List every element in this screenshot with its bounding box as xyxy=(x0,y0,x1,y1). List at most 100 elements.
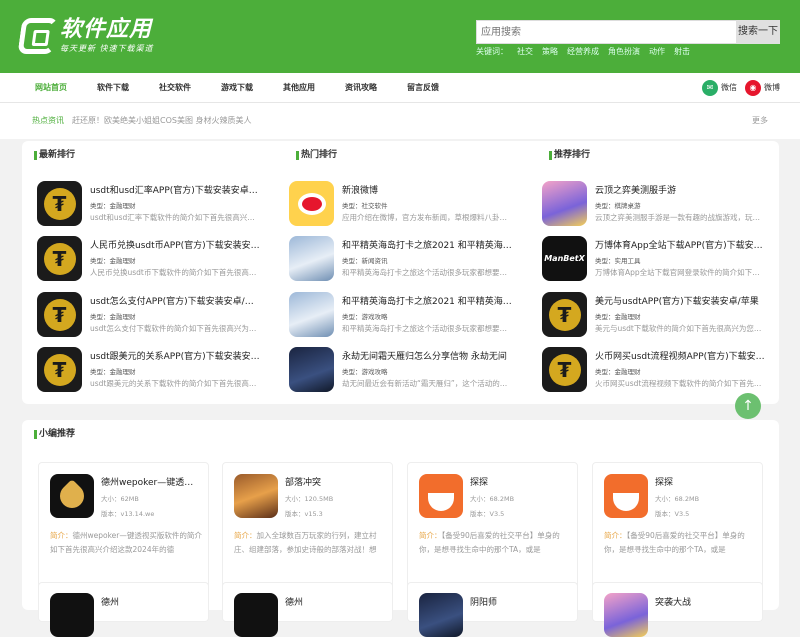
logo-icon xyxy=(17,18,59,54)
app-title[interactable]: 突袭大战 xyxy=(655,595,691,608)
app-card[interactable]: 德州 xyxy=(222,582,393,637)
item-title[interactable]: 永劫无间霜天雁归怎么分享信物 永劫无间 xyxy=(342,349,512,362)
item-title[interactable]: 人民币兑换usdt币APP(官方)下载安装安卓/苹果 xyxy=(90,238,260,251)
site-logo[interactable]: 软件应用 每天更新 快速下载渠道 xyxy=(17,18,154,54)
category-value: 金融理财 xyxy=(614,313,641,321)
game-art-icon[interactable] xyxy=(289,292,334,337)
list-item[interactable]: ₮ usdt和usd汇率APP(官方)下载安装安卓/苹果 类型：金融理财 usdt和u… xyxy=(37,181,267,227)
column-title: 最新排行 xyxy=(22,141,266,169)
app-title[interactable]: 阴阳师 xyxy=(470,595,497,608)
list-item[interactable]: ManBetX 万博体育App全站下载APP(官方)下载安装安卓 类型：实用工具 万博… xyxy=(542,236,772,282)
app-card[interactable]: 探探 大小：68.2MB 版本：V3.5 简介：【备受90后喜爱的社交平台】单身的你，… xyxy=(592,462,763,590)
wechat-link[interactable]: ✉ 微信 xyxy=(702,80,737,96)
tether-coin-icon[interactable]: ₮ xyxy=(37,347,82,392)
item-title[interactable]: 美元与usdtAPP(官方)下载安装安卓/苹果 xyxy=(595,294,765,307)
keyword-link[interactable]: 射击 xyxy=(674,46,690,57)
game-art-icon[interactable] xyxy=(289,236,334,281)
item-description: 应用介绍在微博，官方发布新闻，草根爆料八卦，明星 xyxy=(342,213,512,222)
category-value: 金融理财 xyxy=(109,202,136,210)
app-description: 简介：加入全球数百万玩家的行列，建立村庄、组建部落，参加史诗般的部落对战！想 xyxy=(234,529,386,557)
item-title[interactable]: 新浪微博 xyxy=(342,183,512,196)
description-label: 简介： xyxy=(50,531,73,540)
item-category: 类型：游戏攻略 xyxy=(342,366,388,376)
category-label: 类型： xyxy=(342,313,362,321)
app-card[interactable]: 阴阳师 xyxy=(407,582,578,637)
wechat-icon: ✉ xyxy=(702,80,718,96)
item-title[interactable]: 云顶之弈美测服手游 xyxy=(595,183,765,196)
category-value: 新闻资讯 xyxy=(361,257,388,265)
item-title[interactable]: usdt跟美元的关系APP(官方)下载安装安卓/苹果 xyxy=(90,349,260,362)
app-title[interactable]: 德州 xyxy=(285,595,303,608)
item-description: 火币网买usdt流程视频下载软件的简介如下首先很高兴 xyxy=(595,379,765,388)
app-title[interactable]: 探探 xyxy=(470,475,570,488)
item-title[interactable]: 火币网买usdt流程视频APP(官方)下载安装安卓 xyxy=(595,349,765,362)
search-button[interactable]: 搜索一下 xyxy=(736,20,780,44)
tether-coin-icon[interactable]: ₮ xyxy=(37,181,82,226)
tether-coin-icon[interactable]: ₮ xyxy=(542,347,587,392)
item-category: 类型：棋牌桌游 xyxy=(595,200,641,210)
fox-icon[interactable] xyxy=(604,474,648,518)
search-input[interactable] xyxy=(476,20,736,44)
nav-news[interactable]: 资讯攻略 xyxy=(330,73,392,103)
nav-games[interactable]: 游戏下载 xyxy=(206,73,268,103)
list-item[interactable]: 和平精英海岛打卡之旅2021 和平精英海岛打卡 类型：新闻资讯 和平精英海岛打卡之旅… xyxy=(289,236,519,282)
weibo-link[interactable]: ◉ 微博 xyxy=(745,80,780,96)
item-title[interactable]: 和平精英海岛打卡之旅2021 和平精英海岛打卡 xyxy=(342,294,512,307)
list-item[interactable]: ₮ 人民币兑换usdt币APP(官方)下载安装安卓/苹果类型：金融理财人民币兑换u… xyxy=(37,236,267,282)
list-item[interactable]: ₮ usdt跟美元的关系APP(官方)下载安装安卓/苹果类型：金融理财 usdt跟美… xyxy=(37,347,267,393)
tether-coin-icon[interactable]: ₮ xyxy=(542,292,587,337)
description-label: 简介： xyxy=(234,531,257,540)
list-item[interactable]: ₮ 美元与usdtAPP(官方)下载安装安卓/苹果 类型：金融理财 美元与usdt下载… xyxy=(542,292,772,338)
item-category: 类型：金融理财 xyxy=(595,311,641,321)
list-item[interactable]: 和平精英海岛打卡之旅2021 和平精英海岛打卡 类型：游戏攻略 和平精英海岛打卡之旅… xyxy=(289,292,519,338)
list-item[interactable]: ₮ 火币网买usdt流程视频APP(官方)下载安装安卓 类型：金融理财 火币网买usd… xyxy=(542,347,772,393)
app-title[interactable]: 德州wepoker—键透视买版 xyxy=(101,475,201,488)
keyword-link[interactable]: 经营养成 xyxy=(567,46,599,57)
fox-icon[interactable] xyxy=(419,474,463,518)
game-character-icon[interactable] xyxy=(542,181,587,226)
app-card[interactable]: 德州 xyxy=(38,582,209,637)
category-label: 类型： xyxy=(90,257,110,265)
nav-home[interactable]: 网站首页 xyxy=(20,73,82,103)
list-item[interactable]: 永劫无间霜天雁归怎么分享信物 永劫无间 类型：游戏攻略 劫无间最近会有新活动“霜天雁… xyxy=(289,347,519,393)
nav-social[interactable]: 社交软件 xyxy=(144,73,206,103)
manbetx-logo-icon[interactable]: ManBetX xyxy=(542,236,587,281)
nav-other-apps[interactable]: 其他应用 xyxy=(268,73,330,103)
app-card[interactable]: 德州wepoker—键透视买版 大小：62MB 版本：v13.14.we 简介：德州w… xyxy=(38,462,209,590)
app-title[interactable]: 部落冲突 xyxy=(285,475,385,488)
item-title[interactable]: 和平精英海岛打卡之旅2021 和平精英海岛打卡 xyxy=(342,238,512,251)
app-card[interactable]: 部落冲突 大小：120.5MB 版本：v15.3 简介：加入全球数百万玩家的行列，建立… xyxy=(222,462,393,590)
hot-news-link[interactable]: 赶还原！欧美绝美小姐姐COS美图 身材火辣质美人 xyxy=(72,103,252,139)
keyword-link[interactable]: 角色扮演 xyxy=(608,46,640,57)
hot-news-label: 热点资讯 xyxy=(32,116,64,125)
more-link[interactable]: 更多 xyxy=(752,103,768,139)
tether-coin-icon[interactable]: ₮ xyxy=(37,292,82,337)
tether-coin-icon[interactable]: ₮ xyxy=(37,236,82,281)
arrow-up-icon[interactable]: ↑ xyxy=(735,393,761,419)
list-item[interactable]: 云顶之弈美测服手游 类型：棋牌桌游 云顶之弈美测服手游是一款有趣的战旗游戏，玩家可以 xyxy=(542,181,772,227)
app-title[interactable]: 德州 xyxy=(101,595,119,608)
category-label: 类型： xyxy=(595,368,615,376)
clash-game-icon[interactable] xyxy=(234,474,278,518)
item-category: 类型：金融理财 xyxy=(90,200,136,210)
column-hot: 热门排行 xyxy=(284,141,528,169)
item-title[interactable]: 万博体育App全站下载APP(官方)下载安装安卓 xyxy=(595,238,765,251)
app-size: 大小：62MB xyxy=(101,495,139,503)
nav-feedback[interactable]: 留言反馈 xyxy=(392,73,454,103)
app-version: 版本：V3.5 xyxy=(655,510,690,518)
app-card[interactable]: 突袭大战 xyxy=(592,582,763,637)
keyword-link[interactable]: 社交 xyxy=(517,46,533,57)
item-title[interactable]: usdt怎么支付APP(官方)下载安装安卓/苹果 xyxy=(90,294,260,307)
app-card[interactable]: 探探 大小：68.2MB 版本：V3.5 简介：【备受90后喜爱的社交平台】单身的你，… xyxy=(407,462,578,590)
keyword-link[interactable]: 动作 xyxy=(649,46,665,57)
app-title[interactable]: 探探 xyxy=(655,475,755,488)
weibo-icon[interactable] xyxy=(289,181,334,226)
keyword-link[interactable]: 策略 xyxy=(542,46,558,57)
game-art-icon[interactable] xyxy=(289,347,334,392)
poker-spade-icon[interactable] xyxy=(50,474,94,518)
nav-software[interactable]: 软件下载 xyxy=(82,73,144,103)
item-title[interactable]: usdt和usd汇率APP(官方)下载安装安卓/苹果 xyxy=(90,183,260,196)
list-item[interactable]: 新浪微博 类型：社交软件 应用介绍在微博，官方发布新闻，草根爆料八卦，明星 xyxy=(289,181,519,227)
list-item[interactable]: ₮ usdt怎么支付APP(官方)下载安装安卓/苹果 类型：金融理财 usdt怎么支付… xyxy=(37,292,267,338)
item-category: 类型：新闻资讯 xyxy=(342,255,388,265)
